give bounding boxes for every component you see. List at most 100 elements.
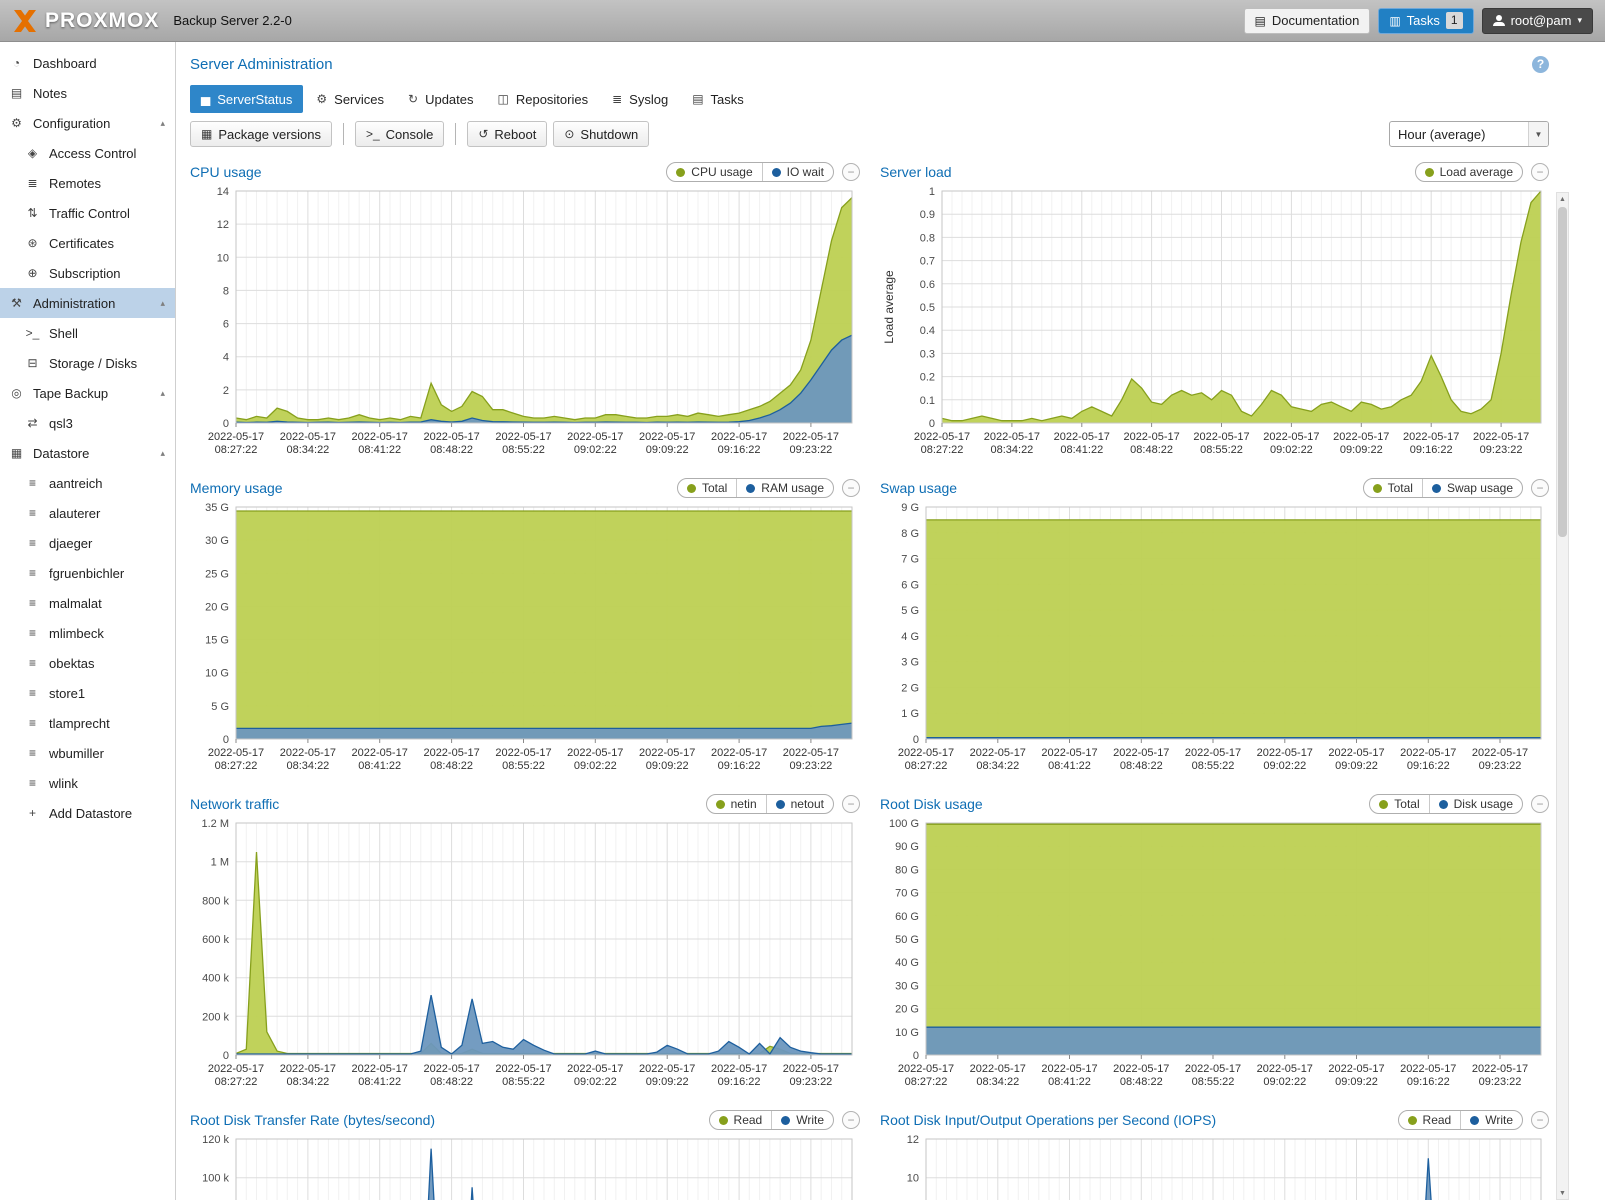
chevron-up-icon[interactable]: ▴ (160, 118, 165, 129)
svg-text:09:09:22: 09:09:22 (646, 1076, 689, 1088)
vertical-scrollbar[interactable]: ▲ ▼ (1556, 192, 1569, 1200)
svg-text:70 G: 70 G (895, 888, 919, 900)
time-range-select[interactable]: Hour (average) ▼ (1389, 121, 1549, 147)
scroll-down-icon[interactable]: ▼ (1557, 1187, 1568, 1199)
legend-item-write[interactable]: Write (1460, 1111, 1522, 1129)
legend-item-ram-usage[interactable]: RAM usage (736, 479, 833, 497)
chevron-up-icon[interactable]: ▴ (160, 298, 165, 309)
reboot-button[interactable]: ↺Reboot (467, 121, 547, 147)
sidebar-item-qsl3[interactable]: ⇄qsl3 (0, 408, 175, 438)
svg-text:2022-05-17: 2022-05-17 (1257, 747, 1313, 759)
svg-text:08:27:22: 08:27:22 (905, 1076, 948, 1088)
svg-text:2022-05-17: 2022-05-17 (1123, 431, 1179, 443)
legend-item-cpu-usage[interactable]: CPU usage (667, 163, 761, 181)
sidebar-item-configuration[interactable]: ⚙Configuration▴ (0, 108, 175, 138)
svg-text:100 k: 100 k (202, 1173, 229, 1185)
collapse-chart-icon[interactable]: − (1531, 1111, 1549, 1129)
sidebar-item-djaeger[interactable]: ≡djaeger (0, 528, 175, 558)
svg-text:09:16:22: 09:16:22 (1410, 444, 1453, 456)
sidebar-item-wbumiller[interactable]: ≡wbumiller (0, 738, 175, 768)
collapse-chart-icon[interactable]: − (842, 1111, 860, 1129)
chevron-up-icon[interactable]: ▴ (160, 448, 165, 459)
legend-item-netout[interactable]: netout (766, 795, 833, 813)
sidebar-item-fgruenbichler[interactable]: ≡fgruenbichler (0, 558, 175, 588)
legend-dot (676, 168, 685, 177)
svg-text:2022-05-17: 2022-05-17 (567, 431, 623, 443)
console-button[interactable]: >_Console (355, 121, 444, 147)
sidebar-item-add-datastore[interactable]: +Add Datastore (0, 798, 175, 828)
tab-tasks[interactable]: ▤Tasks (681, 85, 755, 113)
svg-text:08:55:22: 08:55:22 (502, 760, 545, 772)
tab-serverstatus[interactable]: ▅ServerStatus (190, 85, 303, 113)
sidebar-item-label: alauterer (49, 506, 100, 521)
sidebar-item-remotes[interactable]: ≣Remotes (0, 168, 175, 198)
legend-item-write[interactable]: Write (771, 1111, 833, 1129)
tab-services[interactable]: ⚙Services (305, 85, 395, 113)
sidebar-item-malmalat[interactable]: ≡malmalat (0, 588, 175, 618)
collapse-chart-icon[interactable]: − (1531, 479, 1549, 497)
legend-item-disk-usage[interactable]: Disk usage (1429, 795, 1522, 813)
scroll-up-icon[interactable]: ▲ (1557, 193, 1568, 205)
panel-root-disk-transfer-rate-bytes-second: Root Disk Transfer Rate (bytes/second) R… (190, 1107, 860, 1200)
sidebar-item-access-control[interactable]: ◈Access Control (0, 138, 175, 168)
remotes-icon: ≣ (24, 176, 41, 190)
sidebar-item-alauterer[interactable]: ≡alauterer (0, 498, 175, 528)
sidebar-item-notes[interactable]: ▤Notes (0, 78, 175, 108)
package-versions-button[interactable]: ▦Package versions (190, 121, 332, 147)
svg-text:1.2 M: 1.2 M (201, 818, 229, 830)
database-icon: ≡ (24, 686, 41, 700)
legend-item-total[interactable]: Total (678, 479, 736, 497)
chevron-up-icon[interactable]: ▴ (160, 388, 165, 399)
chart-canvas: 020 k40 k60 k80 k100 k120 k2022-05-1708:… (190, 1133, 860, 1200)
chart-canvas: 0246810122022-05-1708:27:222022-05-1708:… (880, 1133, 1549, 1200)
collapse-chart-icon[interactable]: − (1531, 795, 1549, 813)
sidebar-item-subscription[interactable]: ⊕Subscription (0, 258, 175, 288)
documentation-button[interactable]: ▤ Documentation (1244, 8, 1371, 34)
tasks-button[interactable]: ▥ Tasks 1 (1378, 8, 1473, 34)
svg-text:2022-05-17: 2022-05-17 (1193, 431, 1249, 443)
svg-text:10: 10 (217, 252, 229, 264)
tab-repositories[interactable]: ◫Repositories (487, 85, 600, 113)
user-menu-button[interactable]: root@pam ▾ (1482, 8, 1593, 34)
sidebar-item-certificates[interactable]: ⊛Certificates (0, 228, 175, 258)
legend-item-read[interactable]: Read (1399, 1111, 1461, 1129)
svg-text:0.3: 0.3 (920, 348, 935, 360)
sidebar-item-tlamprecht[interactable]: ≡tlamprecht (0, 708, 175, 738)
collapse-chart-icon[interactable]: − (842, 479, 860, 497)
svg-text:2022-05-17: 2022-05-17 (495, 747, 551, 759)
tab-syslog[interactable]: ≣Syslog (601, 85, 679, 113)
help-icon[interactable]: ? (1532, 56, 1549, 73)
collapse-chart-icon[interactable]: − (842, 163, 860, 181)
sidebar-item-shell[interactable]: >_Shell (0, 318, 175, 348)
documentation-label: Documentation (1272, 13, 1359, 28)
sidebar-item-aantreich[interactable]: ≡aantreich (0, 468, 175, 498)
scroll-thumb[interactable] (1558, 207, 1567, 537)
legend-item-swap-usage[interactable]: Swap usage (1422, 479, 1522, 497)
svg-text:10 G: 10 G (895, 1027, 919, 1039)
sidebar-item-datastore[interactable]: ▦Datastore▴ (0, 438, 175, 468)
sidebar-item-obektas[interactable]: ≡obektas (0, 648, 175, 678)
legend-item-read[interactable]: Read (710, 1111, 772, 1129)
notes-icon: ▤ (8, 86, 25, 100)
tab-updates[interactable]: ↻Updates (397, 85, 484, 113)
svg-text:2: 2 (223, 385, 229, 397)
legend-item-netin[interactable]: netin (707, 795, 766, 813)
svg-text:2022-05-17: 2022-05-17 (280, 1063, 336, 1075)
sidebar-item-wlink[interactable]: ≡wlink (0, 768, 175, 798)
sidebar-item-storage-disks[interactable]: ⊟Storage / Disks (0, 348, 175, 378)
plus-icon: + (24, 806, 41, 820)
legend-item-io-wait[interactable]: IO wait (762, 163, 833, 181)
sidebar-item-store1[interactable]: ≡store1 (0, 678, 175, 708)
sidebar-item-dashboard[interactable]: ◔Dashboard (0, 48, 175, 78)
shutdown-button[interactable]: ⊙Shutdown (553, 121, 649, 147)
sidebar-item-tape-backup[interactable]: ◎Tape Backup▴ (0, 378, 175, 408)
sidebar-item-administration[interactable]: ⚒Administration▴ (0, 288, 175, 318)
collapse-chart-icon[interactable]: − (842, 795, 860, 813)
legend-item-total[interactable]: Total (1364, 479, 1422, 497)
legend-item-total[interactable]: Total (1370, 795, 1428, 813)
legend-item-load-average[interactable]: Load average (1416, 163, 1522, 181)
svg-text:1: 1 (929, 186, 935, 198)
sidebar-item-traffic-control[interactable]: ⇅Traffic Control (0, 198, 175, 228)
sidebar-item-mlimbeck[interactable]: ≡mlimbeck (0, 618, 175, 648)
collapse-chart-icon[interactable]: − (1531, 163, 1549, 181)
